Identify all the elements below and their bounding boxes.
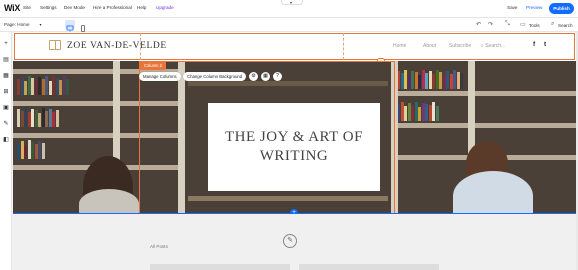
hero-section[interactable]: Column 2 Manage Columns Change Column Ba… <box>13 61 576 214</box>
save-button[interactable]: Save <box>507 5 517 10</box>
column-badge: Column 2 <box>140 62 166 70</box>
search-icon: ⌕ <box>481 43 484 49</box>
preview-button[interactable]: Preview <box>526 5 542 10</box>
books <box>17 139 45 159</box>
site-header[interactable]: ZOE VAN-DE-VELDE Home About Subscribe ⌕ … <box>13 32 576 63</box>
menu-upgrade[interactable]: Upgrade <box>156 5 174 10</box>
menu-site[interactable]: Site <box>23 5 31 10</box>
business-icon[interactable]: ◧ <box>2 136 10 144</box>
search-icon[interactable]: ⌕ <box>551 21 554 28</box>
site-search-placeholder: Search... <box>485 43 506 49</box>
books <box>397 69 464 89</box>
add-elements-icon[interactable]: + <box>2 40 10 48</box>
person-right-shirt <box>453 171 533 214</box>
blog-icon[interactable]: ✎ <box>2 120 10 128</box>
chevron-down-icon: ▾ <box>290 0 293 5</box>
wix-logo: WiX <box>4 3 21 13</box>
search-button[interactable]: Search <box>558 23 573 28</box>
menu-dev-mode[interactable]: Dev Mode <box>64 5 85 10</box>
editor-top-bar: WiX Site Settings Dev Mode Hire a Profes… <box>0 0 578 18</box>
app-market-icon[interactable]: ⊞ <box>2 88 10 96</box>
blog-posts-section[interactable]: ✎ All Posts <box>13 214 576 270</box>
page-selector-label: Page: Home <box>4 22 30 27</box>
blog-feather-icon: ✎ <box>283 234 297 248</box>
editor-canvas[interactable]: ZOE VAN-DE-VELDE Home About Subscribe ⌕ … <box>13 32 576 270</box>
nav-about[interactable]: About <box>423 43 436 49</box>
hero-title-box[interactable]: THE JOY & ART OF WRITING <box>208 103 380 191</box>
tools-icon[interactable]: ▭ <box>520 21 526 28</box>
post-card[interactable] <box>299 264 439 270</box>
zoom-out-icon[interactable]: ⤡ <box>505 21 510 28</box>
editor-second-bar: Page: Home ▾ ↶ ↷ ⤡ ▭ Tools ⌕ Search <box>0 18 578 32</box>
menu-settings[interactable]: Settings <box>40 5 57 10</box>
layout-icon[interactable]: ▦ <box>261 72 270 81</box>
top-collapse-handle[interactable]: ▾ <box>281 0 303 5</box>
pages-icon[interactable]: ▤ <box>2 56 10 64</box>
left-toolbar: + ▤ ▦ ⊞ ▣ ✎ ◧ <box>0 32 12 270</box>
tools-button[interactable]: Tools <box>529 23 540 28</box>
chevron-down-icon: ▾ <box>39 22 42 27</box>
menu-help[interactable]: Help <box>137 5 146 10</box>
book-icon <box>49 40 61 50</box>
all-posts-label[interactable]: All Posts <box>150 244 168 249</box>
redo-icon[interactable]: ↷ <box>488 21 493 28</box>
bookshelf <box>393 123 576 128</box>
site-name[interactable]: ZOE VAN-DE-VELDE <box>67 41 167 51</box>
site-design-icon[interactable]: ▦ <box>2 72 10 80</box>
column-divider <box>343 33 344 60</box>
bookshelf <box>393 91 576 96</box>
media-icon[interactable]: ▣ <box>2 104 10 112</box>
site-search-bar[interactable]: ⌕ Search... <box>481 43 505 49</box>
post-card[interactable] <box>150 264 290 270</box>
books <box>397 101 439 121</box>
desktop-view-button[interactable] <box>65 20 75 32</box>
manage-columns-button[interactable]: Manage Columns <box>139 72 181 81</box>
books <box>17 75 70 95</box>
nav-subscribe[interactable]: Subscribe <box>449 43 471 49</box>
help-icon[interactable]: ? <box>273 72 282 81</box>
nav-home[interactable]: Home <box>393 43 406 49</box>
undo-icon[interactable]: ↶ <box>476 21 481 28</box>
menu-hire-professional[interactable]: Hire a Professional <box>93 5 132 10</box>
page-selector[interactable]: Page: Home ▾ <box>4 22 42 27</box>
change-column-background-button[interactable]: Change Column Background <box>183 72 247 81</box>
books <box>17 107 59 127</box>
facebook-icon[interactable]: f <box>533 41 535 48</box>
person-left-shirt <box>79 189 139 214</box>
twitter-icon[interactable]: t <box>544 41 546 48</box>
settings-gear-icon[interactable]: ⚙ <box>249 72 258 81</box>
mobile-view-button[interactable] <box>78 20 88 32</box>
publish-button[interactable]: Publish <box>549 3 574 14</box>
hero-title[interactable]: THE JOY & ART OF WRITING <box>219 128 369 166</box>
